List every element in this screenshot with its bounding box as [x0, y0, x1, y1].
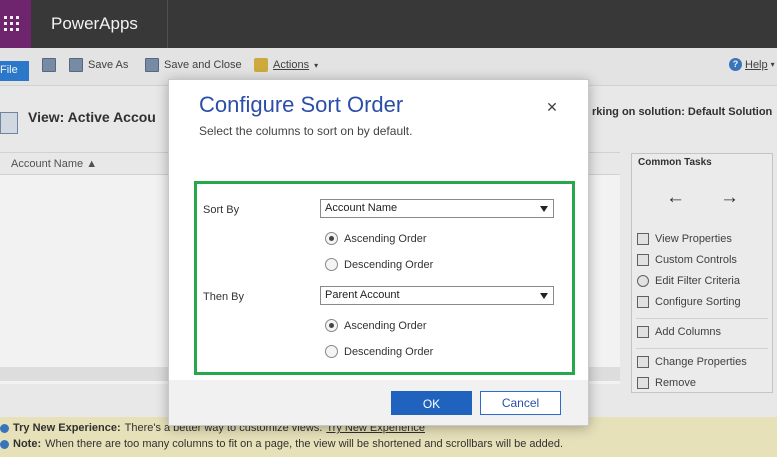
- dropdown-caret-icon: [540, 206, 548, 212]
- then-by-descending-radio[interactable]: Descending Order: [325, 345, 433, 358]
- sort-by-select[interactable]: Account Name: [320, 199, 554, 218]
- dialog-title: Configure Sort Order: [199, 92, 404, 117]
- radio-unselected-icon: [325, 345, 338, 358]
- ok-button[interactable]: OK: [391, 391, 472, 415]
- radio-selected-icon: [325, 319, 338, 332]
- cancel-button[interactable]: Cancel: [480, 391, 561, 415]
- configure-sort-order-dialog: Configure Sort Order Select the columns …: [168, 79, 589, 426]
- sort-by-descending-radio[interactable]: Descending Order: [325, 258, 433, 271]
- then-by-select[interactable]: Parent Account: [320, 286, 554, 305]
- then-by-ascending-radio[interactable]: Ascending Order: [325, 319, 427, 332]
- sort-by-label: Sort By: [203, 204, 240, 216]
- dialog-footer: OK Cancel: [169, 380, 588, 425]
- dialog-subtitle: Select the columns to sort on by default…: [199, 124, 413, 138]
- sort-by-ascending-radio[interactable]: Ascending Order: [325, 232, 427, 245]
- then-by-label: Then By: [203, 291, 244, 303]
- radio-selected-icon: [325, 232, 338, 245]
- radio-unselected-icon: [325, 258, 338, 271]
- close-icon[interactable]: ✕: [544, 99, 560, 115]
- dropdown-caret-icon: [540, 293, 548, 299]
